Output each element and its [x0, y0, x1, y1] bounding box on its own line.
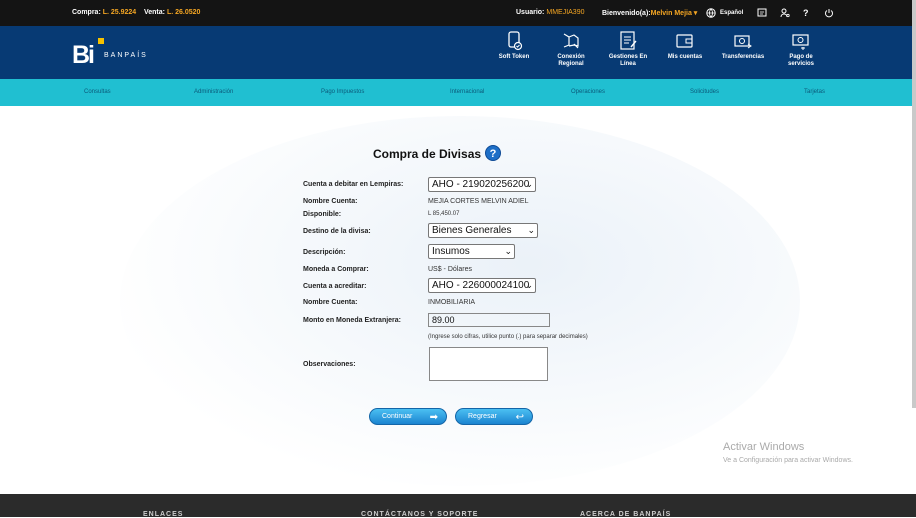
phone-token-icon	[508, 31, 523, 51]
top-bar: Compra: L. 25.9224 Venta: L. 26.0520 Usu…	[0, 0, 916, 26]
buy-label: Compra:	[72, 9, 101, 16]
user-settings-button[interactable]	[780, 7, 790, 19]
main-menu: Consultas Administración Pago Impuestos …	[0, 79, 916, 106]
logout-button[interactable]	[824, 7, 834, 19]
description-select[interactable]: Insumos ⌄	[428, 244, 515, 259]
back-arrow-icon: ↩	[515, 412, 524, 423]
nav-gestiones-en-linea[interactable]: Gestiones En Línea	[603, 30, 653, 68]
back-button[interactable]: Regresar ↩	[455, 408, 533, 425]
message-icon	[757, 8, 767, 17]
description-value: Insumos	[432, 246, 470, 257]
destination-label: Destino de la divisa:	[303, 228, 371, 235]
messages-button[interactable]	[757, 7, 767, 19]
logo-mark: Bi	[72, 41, 95, 69]
nav-transferencias[interactable]: Transferencias	[718, 30, 768, 61]
nav-label: Gestiones En Línea	[608, 54, 648, 67]
amount-input[interactable]: 89.00	[428, 313, 550, 327]
service-payment-icon	[792, 34, 809, 50]
continue-arrow-icon: ➡	[429, 412, 438, 423]
nav-mis-cuentas[interactable]: Mis cuentas	[660, 30, 710, 61]
debit-account-value: AHO - 219020256200	[432, 179, 530, 190]
globe-icon	[706, 8, 716, 18]
notes-label: Observaciones:	[303, 361, 356, 368]
windows-activation-title: Activar Windows	[723, 441, 805, 453]
chevron-down-icon: ⌄	[527, 225, 535, 235]
nav-label: Pago de servicios	[787, 54, 815, 67]
account-name-value: MEJIA CORTES MELVIN ADIEL	[428, 198, 529, 205]
credit-account-label: Cuenta a acreditar:	[303, 283, 367, 290]
help-button[interactable]: ?	[803, 7, 809, 19]
menu-internacional[interactable]: Internacional	[450, 89, 484, 95]
notes-textarea[interactable]	[429, 347, 548, 381]
question-icon: ?	[803, 8, 809, 18]
menu-operaciones[interactable]: Operaciones	[571, 89, 605, 95]
windows-activation-subtitle: Ve a Configuración para activar Windows.	[723, 457, 853, 464]
logo-text: BANPAÍS	[104, 52, 148, 59]
nav-label: Soft Token	[498, 54, 530, 60]
power-icon	[825, 9, 833, 18]
scrollbar[interactable]	[912, 0, 916, 408]
nav-label: Mis cuentas	[667, 54, 703, 60]
menu-administracion[interactable]: Administración	[194, 89, 233, 95]
debit-account-select[interactable]: AHO - 219020256200 ⌄	[428, 177, 536, 192]
user-gear-icon	[780, 8, 790, 18]
menu-consultas[interactable]: Consultas	[84, 89, 111, 95]
nav-label: Conexión Regional	[557, 54, 585, 67]
user-value: MMEJIA390	[546, 9, 585, 16]
language-label: Español	[720, 10, 744, 16]
continue-button[interactable]: Continuar ➡	[369, 408, 447, 425]
destination-value: Bienes Generales	[432, 225, 512, 236]
continue-label: Continuar	[382, 413, 413, 420]
amount-label: Monto en Moneda Extranjera:	[303, 317, 402, 324]
destination-select[interactable]: Bienes Generales ⌄	[428, 223, 538, 238]
buy-rate: L. 25.9224	[102, 9, 137, 16]
chevron-down-icon: ⌄	[525, 280, 533, 290]
chevron-down-icon: ⌄	[504, 246, 512, 256]
sell-label: Venta:	[143, 9, 165, 16]
welcome-menu[interactable]: Bienvenido(a):Melvin Mejia ▾	[602, 9, 697, 17]
nav-pago-de-servicios[interactable]: Pago de servicios	[776, 30, 826, 68]
user-label: Usuario:	[516, 9, 545, 16]
logo-dot	[98, 38, 104, 44]
exchange-rates: Compra: L. 25.9224 Venta: L. 26.0520	[72, 9, 200, 16]
nav-soft-token[interactable]: Soft Token	[489, 30, 539, 61]
transfer-icon	[734, 35, 752, 49]
amount-hint: (Ingrese solo cifras, utilice punto (.) …	[428, 334, 588, 340]
back-label: Regresar	[468, 413, 497, 420]
help-icon[interactable]: ?	[485, 145, 501, 161]
welcome-name: Melvin Mejia	[650, 10, 692, 17]
footer: ENLACES CONTÁCTANOS Y SOPORTE ACERCA DE …	[0, 494, 916, 518]
nav-label: Transferencias	[721, 54, 765, 60]
menu-solicitudes[interactable]: Solicitudes	[690, 89, 719, 95]
available-value: L 85,450.07	[428, 211, 460, 217]
sell-rate: L. 26.0520	[166, 9, 201, 16]
description-label: Descripción:	[303, 249, 346, 256]
account-name-label: Nombre Cuenta:	[303, 198, 358, 205]
nav-conexion-regional[interactable]: Conexión Regional	[546, 30, 596, 68]
debit-account-label: Cuenta a debitar en Lempiras:	[303, 181, 404, 188]
credit-name-value: INMOBILIARIA	[428, 299, 476, 306]
credit-name-label: Nombre Cuenta:	[303, 299, 358, 306]
available-label: Disponible:	[303, 211, 342, 218]
regional-icon	[563, 33, 579, 49]
menu-tarjetas[interactable]: Tarjetas	[804, 89, 825, 95]
user-info: Usuario: MMEJIA390	[516, 9, 584, 16]
online-forms-icon	[620, 31, 637, 50]
language-selector[interactable]: Español	[706, 7, 743, 19]
currency-label: Moneda a Comprar:	[303, 266, 369, 273]
chevron-down-icon: ▾	[691, 10, 698, 17]
credit-account-value: AHO - 226000024100	[432, 280, 530, 291]
chevron-down-icon: ⌄	[525, 179, 533, 189]
wallet-icon	[676, 34, 693, 48]
page-title: Compra de Divisas	[373, 147, 482, 161]
menu-pago-impuestos[interactable]: Pago Impuestos	[321, 89, 364, 95]
welcome-label: Bienvenido(a):	[602, 10, 651, 17]
currency-value: US$ - Dólares	[428, 266, 472, 273]
credit-account-select[interactable]: AHO - 226000024100 ⌄	[428, 278, 536, 293]
